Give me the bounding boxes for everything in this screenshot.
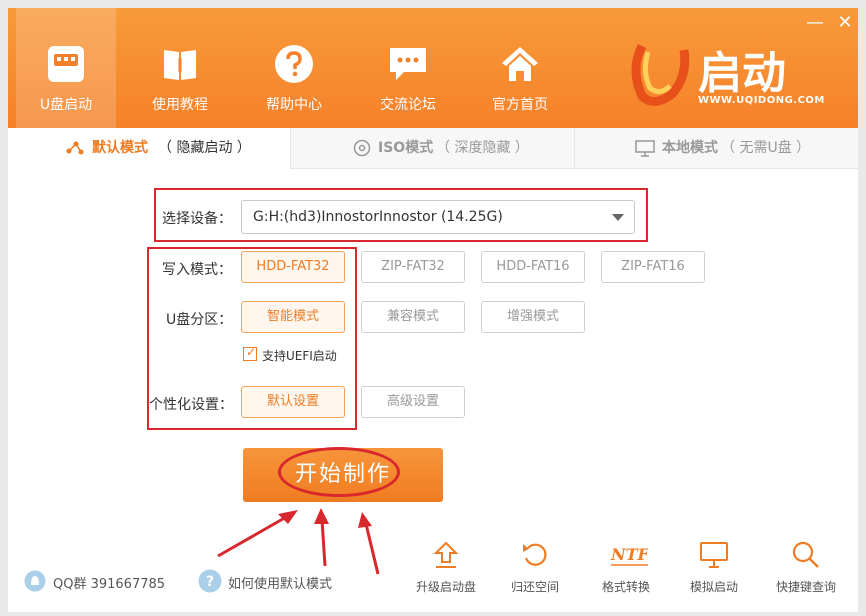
tab-iso-mode[interactable]: ISO模式 （ 深度隐藏 ） (290, 128, 575, 169)
monitor-icon (635, 140, 655, 157)
personalize-advanced[interactable]: 高级设置 (361, 386, 465, 418)
header-bar: — ✕ U盘启动 使用教程 帮助中心 交流论坛 官方首页 启动 WWW.UQID… (8, 8, 858, 128)
tab-default-mode[interactable]: 默认模式 （ 隐藏启动 ） (8, 128, 290, 168)
how-to-use-link[interactable]: 如何使用默认模式 (228, 573, 332, 592)
minimize-button[interactable]: — (804, 12, 826, 34)
uefi-checkbox[interactable]: ✓ (243, 345, 257, 361)
tab-sublabel: （ 隐藏启动 ） (158, 140, 251, 156)
tab-sublabel: （ 无需U盘 ） (721, 140, 811, 156)
device-select[interactable]: G:H:(hd3)InnostorInnostor (14.25G) (241, 200, 635, 234)
qq-icon (24, 570, 46, 592)
tab-label: ISO模式 (378, 140, 434, 156)
search-icon (792, 541, 819, 568)
tool-label: 格式转换 (601, 580, 650, 594)
checkmark-icon: ✓ (246, 345, 257, 359)
tool-label: 升级启动盘 (415, 580, 476, 594)
write-mode-hdd-fat16[interactable]: HDD-FAT16 (481, 251, 585, 283)
logo-url: WWW.UQIDONG.COM (698, 95, 825, 106)
svg-text:启动: 启动 (698, 48, 786, 99)
partition-smart[interactable]: 智能模式 (241, 301, 345, 333)
nav-homepage[interactable]: 官方首页 (470, 8, 570, 128)
nav-label: 交流论坛 (380, 97, 436, 113)
write-mode-hdd-fat32[interactable]: HDD-FAT32 (241, 251, 345, 283)
nav-label: 使用教程 (152, 97, 208, 113)
nav-help-center[interactable]: 帮助中心 (244, 8, 344, 128)
mode-tabs: 默认模式 （ 隐藏启动 ） ISO模式 （ 深度隐藏 ） 本地模式 （ 无需U盘… (8, 128, 858, 169)
nav-label: 官方首页 (492, 97, 548, 113)
personalize-label: 个性化设置： (149, 397, 233, 413)
tab-local-mode[interactable]: 本地模式 （ 无需U盘 ） (574, 128, 858, 169)
share-nodes-icon (66, 141, 84, 155)
upgrade-icon (433, 541, 459, 568)
write-mode-label: 写入模式： (162, 262, 232, 278)
tool-label: 归还空间 (510, 580, 559, 594)
tool-label: 快捷键查询 (775, 580, 836, 594)
chevron-down-icon (612, 214, 624, 221)
nav-tutorial[interactable]: 使用教程 (130, 8, 230, 128)
help-icon (275, 45, 313, 83)
svg-text:?: ? (206, 574, 214, 590)
partition-label: U盘分区： (166, 312, 233, 328)
disc-icon (353, 139, 371, 157)
nav-label: U盘启动 (39, 97, 93, 113)
book-icon (164, 50, 196, 80)
partition-enhanced[interactable]: 增强模式 (481, 301, 585, 333)
device-label: 选择设备： (162, 211, 232, 227)
home-icon (502, 47, 538, 81)
qq-group-text: QQ群 391667785 (53, 577, 166, 592)
partition-compatible[interactable]: 兼容模式 (361, 301, 465, 333)
tab-label: 默认模式 (92, 140, 148, 156)
restore-icon (523, 543, 547, 566)
question-icon: ? (198, 569, 222, 593)
personalize-default[interactable]: 默认设置 (241, 386, 345, 418)
tab-label: 本地模式 (662, 140, 718, 156)
tool-label: 模拟启动 (689, 580, 738, 594)
chat-bubble-icon (390, 48, 426, 80)
write-mode-zip-fat32[interactable]: ZIP-FAT32 (361, 251, 465, 283)
svg-text:NTFS: NTFS (610, 545, 648, 564)
usb-drive-icon (48, 46, 84, 82)
device-select-value: G:H:(hd3)InnostorInnostor (14.25G) (253, 209, 503, 225)
write-mode-zip-fat16[interactable]: ZIP-FAT16 (601, 251, 705, 283)
app-window: — ✕ U盘启动 使用教程 帮助中心 交流论坛 官方首页 启动 WWW.UQID… (8, 8, 858, 612)
monitor-icon (700, 542, 728, 568)
nav-forum[interactable]: 交流论坛 (358, 8, 458, 128)
nav-label: 帮助中心 (266, 97, 322, 113)
ntfs-icon: NTFS (610, 545, 648, 566)
start-button[interactable]: 开始制作 (243, 448, 443, 502)
close-button[interactable]: ✕ (834, 12, 856, 34)
tab-sublabel: （ 深度隐藏 ） (436, 140, 529, 156)
nav-usb-boot[interactable]: U盘启动 (16, 8, 116, 128)
uefi-checkbox-label[interactable]: 支持UEFI启动 (262, 347, 337, 364)
